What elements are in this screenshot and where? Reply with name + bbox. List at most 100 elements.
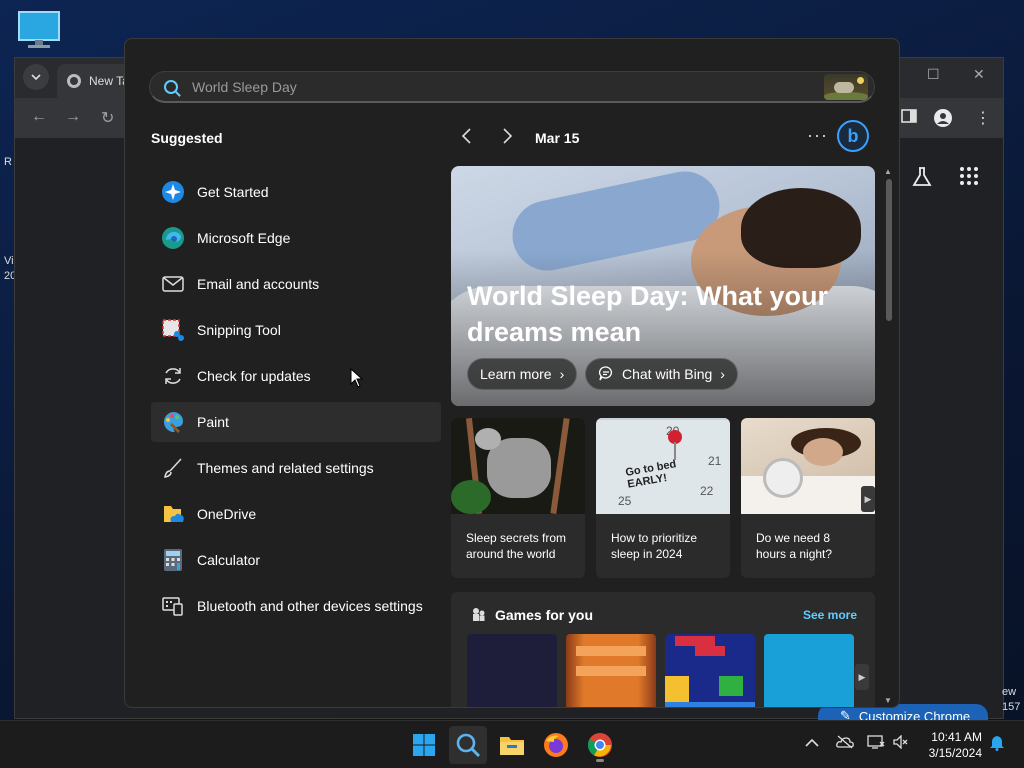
scroll-up-icon[interactable]: ▲ xyxy=(884,167,892,176)
forward-icon[interactable]: → xyxy=(65,108,81,126)
calendar-note-text: Go to bed EARLY! xyxy=(624,458,678,491)
file-explorer-button[interactable] xyxy=(493,726,531,764)
this-pc-desktop-icon[interactable] xyxy=(16,10,62,50)
clock-time: 10:41 AM xyxy=(931,730,982,744)
game-tile[interactable] xyxy=(566,634,656,707)
desktop-edge-text: 157 xyxy=(1002,701,1021,713)
tab-title: New Ta xyxy=(89,74,129,88)
email-icon xyxy=(161,272,185,296)
game-tile[interactable] xyxy=(764,634,854,707)
next-day-icon[interactable] xyxy=(501,127,515,150)
news-card[interactable]: 20 21 22 25 Go to bed EARLY! How to prio… xyxy=(596,418,730,578)
news-card[interactable]: Do we need 8 hours a night? xyxy=(741,418,875,578)
close-icon[interactable]: ✕ xyxy=(973,66,985,83)
sug-label: Snipping Tool xyxy=(197,322,281,338)
chevron-right-icon: › xyxy=(720,366,725,382)
hero-title: World Sleep Day: What your dreams mean xyxy=(467,281,829,347)
sug-bluetooth-devices[interactable]: Bluetooth and other devices settings xyxy=(151,586,441,626)
games-section: Games for you See more ▶ xyxy=(451,592,875,707)
news-caption: Sleep secrets from around the world xyxy=(466,531,567,561)
previous-day-icon[interactable] xyxy=(461,127,475,150)
sug-label: Microsoft Edge xyxy=(197,230,291,246)
calendar-image: 20 21 22 25 Go to bed EARLY! xyxy=(596,418,730,514)
sug-get-started[interactable]: Get Started xyxy=(151,172,441,212)
sug-label: Email and accounts xyxy=(197,276,320,292)
search-input[interactable] xyxy=(192,78,792,95)
search-icon xyxy=(164,79,178,94)
news-caption: How to prioritize sleep in 2024 xyxy=(611,531,698,561)
chevron-down-icon xyxy=(31,74,41,81)
sug-label: Get Started xyxy=(197,184,269,200)
search-flyout: Suggested Get Started Microsoft Edge Ema… xyxy=(124,38,900,708)
sug-check-for-updates[interactable]: Check for updates xyxy=(151,356,441,396)
date-navigation xyxy=(461,127,515,150)
system-clock[interactable]: 10:41 AM 3/15/2024 xyxy=(916,729,982,761)
taskbar-search-button[interactable] xyxy=(449,726,487,764)
windows-logo-icon xyxy=(413,734,435,756)
firefox-icon xyxy=(544,733,568,757)
onedrive-icon xyxy=(161,502,185,526)
sug-onedrive[interactable]: OneDrive xyxy=(151,494,441,534)
sug-themes-settings[interactable]: Themes and related settings xyxy=(151,448,441,488)
apps-grid-icon[interactable] xyxy=(959,166,979,191)
notification-bell-icon[interactable] xyxy=(989,735,1005,754)
calculator-icon xyxy=(161,548,185,572)
show-hidden-icons-icon[interactable] xyxy=(805,735,819,751)
paint-icon xyxy=(161,410,185,434)
chevron-right-icon: › xyxy=(559,366,565,382)
hero-card[interactable]: World Sleep Day: What your dreams mean L… xyxy=(451,166,875,406)
highlights-scrollbar[interactable]: ▲ ▼ xyxy=(884,167,896,705)
game-tile[interactable] xyxy=(665,634,755,707)
learn-more-button[interactable]: Learn more › xyxy=(467,358,578,390)
games-next-icon[interactable]: ▶ xyxy=(855,664,869,690)
profile-icon[interactable] xyxy=(933,108,953,133)
scroll-thumb[interactable] xyxy=(886,179,892,321)
sug-snipping-tool[interactable]: Snipping Tool xyxy=(151,310,441,350)
side-panel-icon[interactable] xyxy=(901,108,917,129)
chat-bubble-icon xyxy=(598,365,614,384)
network-icon[interactable] xyxy=(867,735,885,752)
back-icon[interactable]: ← xyxy=(31,108,47,126)
tab-search-button[interactable] xyxy=(23,64,49,90)
sug-label: Calculator xyxy=(197,552,261,568)
reload-icon[interactable]: ↻ xyxy=(101,108,114,128)
snipping-tool-icon xyxy=(161,318,185,342)
carousel-next-icon[interactable]: ▶ xyxy=(861,486,875,512)
calendar-number: 25 xyxy=(618,494,632,508)
firefox-button[interactable] xyxy=(537,726,575,764)
calendar-number: 21 xyxy=(708,454,722,468)
desktop-edge-text: ew xyxy=(1002,686,1017,698)
game-tile[interactable] xyxy=(467,634,557,707)
maximize-icon[interactable]: ☐ xyxy=(927,66,940,83)
chrome-icon xyxy=(587,733,612,757)
sug-microsoft-edge[interactable]: Microsoft Edge xyxy=(151,218,441,258)
start-button[interactable] xyxy=(405,726,443,764)
labs-flask-icon[interactable] xyxy=(911,166,933,193)
sug-email-and-accounts[interactable]: Email and accounts xyxy=(151,264,441,304)
alarm-clock-image xyxy=(741,418,875,514)
news-card[interactable]: Sleep secrets from around the world xyxy=(451,418,585,578)
get-started-icon xyxy=(161,180,185,204)
search-highlight-doodle-icon[interactable] xyxy=(824,74,868,100)
chrome-taskbar-button[interactable] xyxy=(581,726,619,764)
folder-icon xyxy=(500,737,524,755)
volume-muted-icon[interactable] xyxy=(893,734,909,752)
sug-paint[interactable]: Paint xyxy=(151,402,441,442)
learn-more-label: Learn more xyxy=(480,366,552,382)
clock-date: 3/15/2024 xyxy=(928,746,982,760)
calendar-number: 22 xyxy=(700,484,714,498)
sug-label: Themes and related settings xyxy=(197,460,374,476)
chat-with-bing-button[interactable]: Chat with Bing › xyxy=(585,358,738,390)
chat-with-bing-label: Chat with Bing xyxy=(622,366,713,382)
sug-calculator[interactable]: Calculator xyxy=(151,540,441,580)
more-options-icon[interactable]: ··· xyxy=(807,125,828,146)
bing-icon[interactable]: b xyxy=(837,120,869,152)
menu-kebab-icon[interactable]: ⋮ xyxy=(975,108,991,128)
onedrive-offline-icon[interactable] xyxy=(836,735,854,752)
koala-image xyxy=(451,418,585,514)
see-more-link[interactable]: See more xyxy=(803,608,857,622)
brush-icon xyxy=(161,456,185,480)
search-box[interactable] xyxy=(149,71,875,103)
scroll-down-icon[interactable]: ▼ xyxy=(884,696,892,705)
taskbar: 10:41 AM 3/15/2024 xyxy=(0,720,1024,768)
